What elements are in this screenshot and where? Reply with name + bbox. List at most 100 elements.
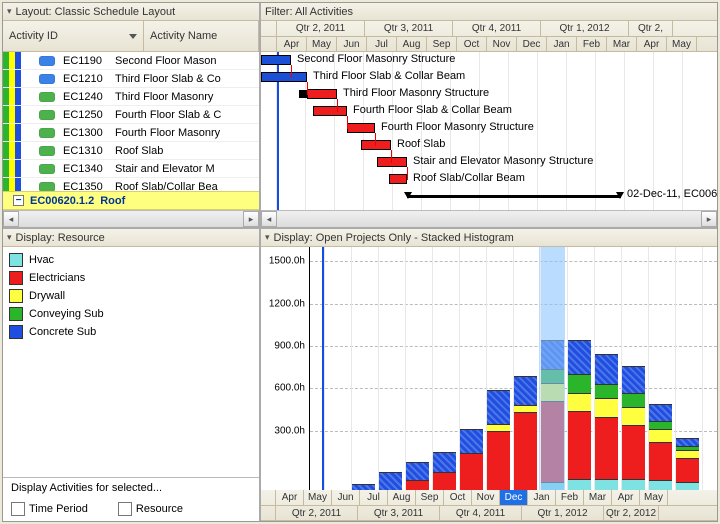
activity-pill-icon [39,92,55,102]
gantt-bar[interactable] [313,106,347,116]
y-axis-tick: 1200.0h [269,298,305,309]
activity-id: EC1310 [63,145,115,157]
histogram-bar[interactable] [378,472,402,490]
histogram-bar[interactable] [459,429,483,490]
month-header[interactable]: Jan [547,37,577,52]
month-header[interactable]: Apr [277,37,307,52]
month-header[interactable]: Nov [472,490,500,505]
month-header[interactable]: Feb [577,37,607,52]
layout-header[interactable]: ▾ Layout: Classic Schedule Layout [3,3,259,21]
gantt-bar[interactable] [377,157,407,167]
table-row[interactable]: EC1190Second Floor Mason [3,52,259,70]
month-header[interactable]: Oct [444,490,472,505]
legend-item[interactable]: Hvac [9,251,253,269]
quarter-header[interactable]: Qtr 2, 2012 [604,506,659,521]
gantt-summary-bar[interactable] [407,195,621,198]
checkbox-resource[interactable]: Resource [118,502,183,516]
month-header[interactable]: Jan [528,490,556,505]
gantt-bar[interactable] [389,174,407,184]
month-header[interactable]: Aug [397,37,427,52]
hscroll-activity-table[interactable]: ◂ ▸ [3,210,259,227]
scroll-right-icon[interactable]: ▸ [243,211,259,227]
month-header[interactable]: May [640,490,668,505]
gantt-bar[interactable] [361,140,391,150]
quarter-header[interactable]: Qtr 4, 2011 [440,506,522,521]
summary-row[interactable]: − EC00620.1.2 Roof [3,191,259,210]
month-header[interactable]: Nov [487,37,517,52]
histogram-bar[interactable] [351,484,375,490]
month-header[interactable]: Apr [637,37,667,52]
scroll-right-icon[interactable]: ▸ [701,211,717,227]
chevron-down-icon: ▾ [265,233,270,243]
gantt-bar[interactable] [261,55,291,65]
gantt-bar[interactable] [261,72,307,82]
month-header[interactable]: Jul [367,37,397,52]
histogram-bar[interactable] [675,438,699,490]
month-header[interactable]: Jun [337,37,367,52]
table-row[interactable]: EC1210Third Floor Slab & Co [3,70,259,88]
histogram-bar[interactable] [594,354,618,490]
month-header[interactable]: Mar [607,37,637,52]
resource-legend-header[interactable]: ▾ Display: Resource [3,229,259,247]
histogram-header[interactable]: ▾ Display: Open Projects Only - Stacked … [261,229,717,247]
table-row[interactable]: EC1350Roof Slab/Collar Bea [3,178,259,191]
activity-pill-icon [39,182,55,192]
legend-item[interactable]: Drywall [9,287,253,305]
y-axis-tick: 300.0h [274,425,305,436]
quarter-header[interactable]: Qtr 2, 2011 [276,506,358,521]
quarter-header[interactable]: Qtr 1, 2012 [541,21,629,36]
quarter-header[interactable]: Qtr 3, 2011 [365,21,453,36]
scroll-left-icon[interactable]: ◂ [261,211,277,227]
quarter-header[interactable]: Qtr 3, 2011 [358,506,440,521]
summary-id: EC00620.1.2 [30,195,94,207]
month-header[interactable]: Sep [427,37,457,52]
quarter-header[interactable]: Qtr 1, 2012 [522,506,604,521]
month-header[interactable]: Apr [276,490,304,505]
table-row[interactable]: EC1250Fourth Floor Slab & C [3,106,259,124]
month-header[interactable]: May [667,37,697,52]
hscroll-gantt[interactable]: ◂ ▸ [261,210,717,227]
histogram-bar[interactable] [567,340,591,490]
table-row[interactable]: EC1300Fourth Floor Masonry [3,124,259,142]
quarter-header[interactable]: Qtr 2, 2011 [277,21,365,36]
quarter-header[interactable]: Qtr 4, 2011 [453,21,541,36]
quarter-header[interactable]: Qtr 2, [629,21,673,36]
month-header[interactable]: May [307,37,337,52]
month-header[interactable]: Jun [332,490,360,505]
col-header-activity-id[interactable]: Activity ID [3,21,144,51]
legend-item[interactable]: Concrete Sub [9,323,253,341]
month-header[interactable]: Mar [584,490,612,505]
month-header[interactable]: Oct [457,37,487,52]
legend-item[interactable]: Electricians [9,269,253,287]
activity-name: Third Floor Masonry [115,91,259,103]
table-row[interactable]: EC1340Stair and Elevator M [3,160,259,178]
month-header[interactable]: Feb [556,490,584,505]
histogram-bar[interactable] [513,376,537,490]
histogram-bar[interactable] [621,366,645,490]
gantt-bar[interactable] [347,123,375,133]
month-header[interactable]: Jul [360,490,388,505]
y-axis-tick: 1500.0h [269,256,305,267]
gantt-bar[interactable] [307,89,337,99]
histogram-bar[interactable] [648,404,672,490]
scroll-left-icon[interactable]: ◂ [3,211,19,227]
month-header[interactable]: Apr [612,490,640,505]
col-header-activity-name[interactable]: Activity Name [144,21,259,51]
month-header[interactable]: Aug [388,490,416,505]
table-row[interactable]: EC1310Roof Slab [3,142,259,160]
month-header[interactable]: May [304,490,332,505]
histogram-bar[interactable] [486,390,510,490]
gantt-label: Fourth Floor Slab & Collar Beam [353,104,512,116]
month-header[interactable]: Sep [416,490,444,505]
filter-header[interactable]: Filter: All Activities [261,3,717,21]
histogram-bar[interactable] [432,452,456,490]
month-header[interactable]: Dec [500,490,528,505]
collapse-icon[interactable]: − [13,195,24,206]
table-row[interactable]: EC1240Third Floor Masonry [3,88,259,106]
checkbox-time-period[interactable]: Time Period [11,502,88,516]
month-header[interactable]: Dec [517,37,547,52]
activity-pill-icon [39,128,55,138]
histogram-bar[interactable] [405,462,429,490]
legend-item[interactable]: Conveying Sub [9,305,253,323]
quarter-header[interactable] [261,21,277,36]
